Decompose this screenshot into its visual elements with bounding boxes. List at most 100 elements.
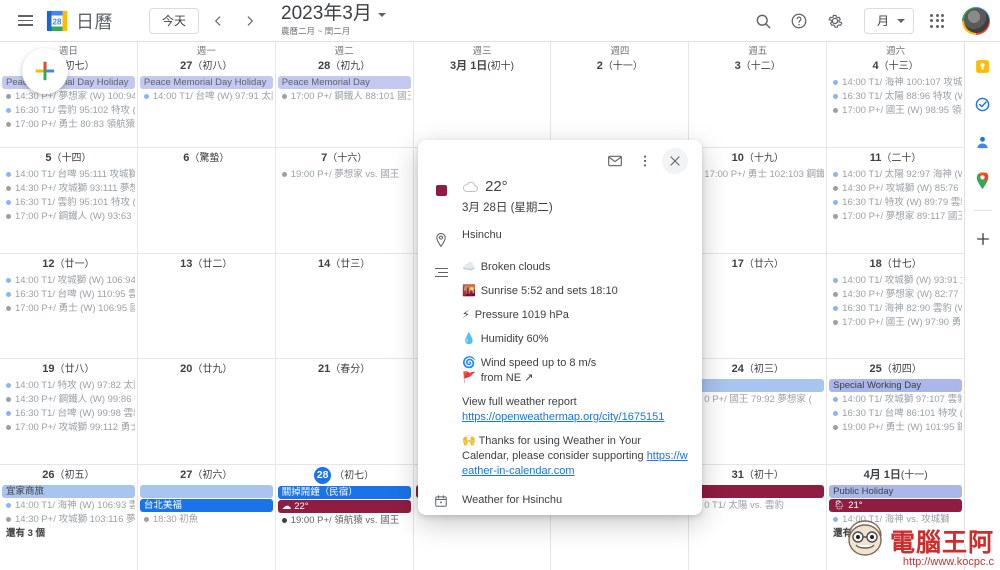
event-chip[interactable]: 14:30 P+/ 攻城獅 (W) 85:76 鋼 (829, 182, 962, 195)
gear-icon[interactable] (820, 6, 850, 36)
event-chip[interactable]: 16:30 T1/ 台啤 (W) 110:95 雲豹 (2, 288, 135, 301)
day-number[interactable]: 21（春分） (276, 361, 413, 378)
day-number[interactable]: 20（廿九） (138, 361, 275, 378)
event-chip[interactable]: 19:00 P+/ 領航猿 vs. 國王 (278, 514, 411, 527)
calendar-day-cell[interactable]: 13（廿二） (138, 253, 276, 359)
calendar-day-cell[interactable]: 週二 28（初九） Peace Memorial Day 17:00 P+/ 鋼鐵人 … (276, 42, 414, 147)
calendar-day-cell[interactable]: 24（初三） 0 P+/ 國王 79:92 夢想家 ( (689, 359, 828, 465)
chevron-right-icon[interactable] (237, 8, 263, 34)
day-number[interactable]: 26（初七） (0, 58, 137, 75)
calendar-day-cell[interactable]: 27（初六） 台北美福 18:30 初魚 (138, 465, 276, 570)
calendar-day-cell[interactable]: 6（驚蟄） (138, 147, 276, 253)
calendar-day-cell[interactable]: 25（初四） Special Working Day 14:00 T1/ 攻城獅 9… (827, 359, 964, 464)
event-chip[interactable]: 14:30 P+/ 攻城獅 93:111 夢想家 (2, 182, 135, 195)
event-chip[interactable]: 16:30 T1/ 台啤 86:101 特攻 (W (829, 407, 962, 420)
event-chip[interactable]: 17:00 P+/ 勇士 80:83 領航猿 ( (2, 118, 135, 131)
calendar-day-cell[interactable]: 31（初十） 0 T1/ 太陽 vs. 雲豹 (689, 465, 828, 570)
weather-report-link[interactable]: https://openweathermap.org/city/1675151 (462, 411, 664, 423)
event-chip[interactable]: 14:00 T1/ 海神 (W) 106:93 雲豹 (2, 499, 135, 512)
event-chip[interactable]: 17:00 P+/ 國王 (W) 97:90 勇士 (829, 316, 962, 329)
event-chip[interactable]: 17:00 P+/ 勇士 (W) 106:95 國王 (2, 302, 135, 315)
calendar-day-cell[interactable]: 17（廿六） (689, 253, 828, 359)
calendar-day-cell[interactable]: 週四 2（十一） (551, 42, 690, 147)
holiday-chip[interactable]: Special Working Day (829, 379, 963, 393)
day-number[interactable]: 31（初十） (689, 467, 826, 484)
event-chip[interactable]: 17:00 P+/ 國王 (W) 98:95 領航 (829, 104, 962, 117)
day-number[interactable]: 14（廿三） (276, 256, 413, 273)
search-icon[interactable] (748, 6, 778, 36)
event-chip[interactable]: 台北美福 (139, 499, 273, 513)
calendar-day-cell[interactable]: 週五 3（十二） (689, 42, 828, 147)
calendar-day-cell[interactable]: 20（廿九） (138, 359, 276, 465)
calendar-day-cell[interactable]: 週三 3月 1日(初十) (414, 42, 552, 147)
event-chip[interactable]: 19:00 P+/ 夢想家 vs. 國王 (278, 168, 411, 181)
event-chip[interactable]: 17:00 P+/ 夢想家 89:117 國王 (829, 210, 962, 223)
calendar-day-cell[interactable]: 7（十六） 19:00 P+/ 夢想家 vs. 國王 (276, 147, 414, 253)
calendar-day-cell[interactable]: 4月 1日(十一) Public Holiday 🌦 21° 14:00 T1/ 海神 … (827, 465, 964, 570)
maps-icon[interactable] (973, 170, 993, 190)
event-chip[interactable]: 14:00 T1/ 攻城獅 97:107 雲豹 (W (829, 393, 962, 406)
day-number[interactable]: 2（十一） (551, 58, 688, 75)
more-events-link[interactable]: 還有 2 個 (829, 527, 962, 541)
calendar-day-cell[interactable]: 11（二十） 14:00 T1/ 太陽 92:97 海神 (W) 14:30 P+/… (827, 148, 964, 253)
day-number[interactable]: 12（廿一） (0, 256, 137, 273)
day-number[interactable]: 25（初四） (827, 361, 964, 378)
event-chip[interactable] (139, 485, 273, 499)
calendar-day-cell[interactable]: 週日26（初七）Peace Memorial Day Holiday 14:30 … (0, 42, 138, 147)
day-number[interactable]: 4月 1日(十一) (827, 467, 964, 484)
calendar-day-cell[interactable]: 18（廿七）14:00 T1/ 攻城獅 (W) 93:91 太陽 14:30 P+… (827, 254, 964, 359)
calendar-day-cell[interactable]: 26（初五） 宜家商旅 14:00 T1/ 海神 (W) 106:93 雲豹 14:3… (0, 465, 138, 570)
mail-icon[interactable] (602, 148, 628, 174)
help-icon[interactable] (784, 6, 814, 36)
calendar-day-cell[interactable]: 週一 27（初八） Peace Memorial Day Holiday 14:00 … (138, 42, 276, 147)
calendar-day-cell[interactable]: 週六4（十三） 14:00 T1/ 海神 100:107 攻城獅 (16:30 T… (827, 42, 964, 147)
contacts-icon[interactable] (973, 132, 993, 152)
event-chip[interactable]: 14:30 P+/ 鋼鐵人 (W) 99:86 領 (2, 393, 135, 406)
day-number[interactable]: 3（十二） (689, 58, 826, 75)
event-chip[interactable] (691, 379, 825, 393)
calendar-day-cell[interactable]: 12（廿一） 14:00 T1/ 攻城獅 (W) 106:94 海 16:30 T1… (0, 253, 138, 359)
day-number[interactable]: 26（初五） (0, 467, 137, 484)
event-chip[interactable]: 宜家商旅 (2, 485, 135, 499)
day-number[interactable]: 28（初九） (276, 58, 413, 75)
event-chip[interactable]: 14:00 T1/ 攻城獅 (W) 93:91 太陽 (829, 274, 962, 287)
calendar-logo-icon[interactable]: 28 (46, 10, 68, 32)
close-icon[interactable] (662, 148, 688, 174)
day-number[interactable]: 27（初六） (138, 467, 275, 484)
event-chip[interactable]: 16:30 T1/ 特攻 (W) 89:79 雲豹 (829, 196, 962, 209)
chevron-left-icon[interactable] (205, 8, 231, 34)
event-chip[interactable]: 關掉鬧鐘（民宿） (277, 485, 411, 499)
keep-icon[interactable] (973, 56, 993, 76)
calendar-day-cell[interactable]: 28 （初七） 關掉鬧鐘（民宿） ☁ 22° 19:00 P+/ 領航猿 vs. 國王 (276, 465, 414, 570)
event-chip[interactable]: 14:30 P+/ 攻城獅 103:116 夢想 (2, 513, 135, 526)
event-chip[interactable]: 0 P+/ 國王 79:92 夢想家 ( (691, 393, 824, 406)
event-chip[interactable]: 19:00 P+/ 勇士 (W) 101:95 鋼 (829, 421, 962, 434)
view-select[interactable]: 月 (863, 7, 914, 34)
event-chip[interactable]: 16:30 T1/ 雲豹 95:101 特攻 (W (2, 196, 135, 209)
avatar[interactable] (962, 6, 990, 35)
day-number[interactable]: 6（驚蟄） (138, 150, 275, 167)
event-chip[interactable]: 17:00 P+/ 鋼鐵人 88:101 國王 (278, 90, 411, 103)
holiday-chip[interactable]: Public Holiday (829, 485, 963, 499)
more-vertical-icon[interactable] (632, 148, 658, 174)
holiday-chip[interactable]: Peace Memorial Day Holiday (2, 76, 135, 89)
weather-chip[interactable]: ☁ 22° (277, 499, 411, 513)
event-chip[interactable]: 14:00 T1/ 特攻 (W) 97:82 太陽 (2, 379, 135, 392)
event-chip[interactable]: 18:30 初魚 (140, 513, 273, 526)
event-chip[interactable]: 14:00 T1/ 海神 vs. 攻城獅 (829, 513, 962, 526)
create-event-fab[interactable] (22, 48, 68, 94)
day-number[interactable]: 17（廿六） (689, 256, 826, 273)
event-chip[interactable]: 16:30 T1/ 台啤 (W) 99:98 雲豹 (2, 407, 135, 420)
day-number[interactable]: 13（廿二） (138, 256, 275, 273)
period-title[interactable]: 2023年3月 農曆二月 ~ 閏二月 (281, 4, 386, 37)
weather-chip[interactable]: 🌦 21° (829, 499, 963, 513)
calendar-day-cell[interactable]: 5（十四）14:00 T1/ 台啤 95:111 攻城獅 (W 14:30 P+/… (0, 147, 138, 253)
event-chip[interactable]: 14:30 P+/ 夢想家 (W) 100:94 (2, 90, 135, 103)
calendar-day-cell[interactable]: 14（廿三） (276, 253, 414, 359)
event-chip[interactable]: 14:30 P+/ 夢想家 (W) 82:77 領 (829, 288, 962, 301)
day-number[interactable]: 5（十四） (0, 150, 137, 167)
calendar-day-cell[interactable]: 10（十九） 17:00 P+/ 勇士 102:103 鋼鐵人 (689, 147, 828, 253)
day-number[interactable]: 18（廿七） (827, 256, 964, 273)
calendar-day-cell[interactable]: 19（廿八） 14:00 T1/ 特攻 (W) 97:82 太陽 14:30 P+/… (0, 359, 138, 465)
event-chip[interactable]: 14:00 T1/ 台啤 (W) 97:91 太陽 (140, 90, 273, 103)
